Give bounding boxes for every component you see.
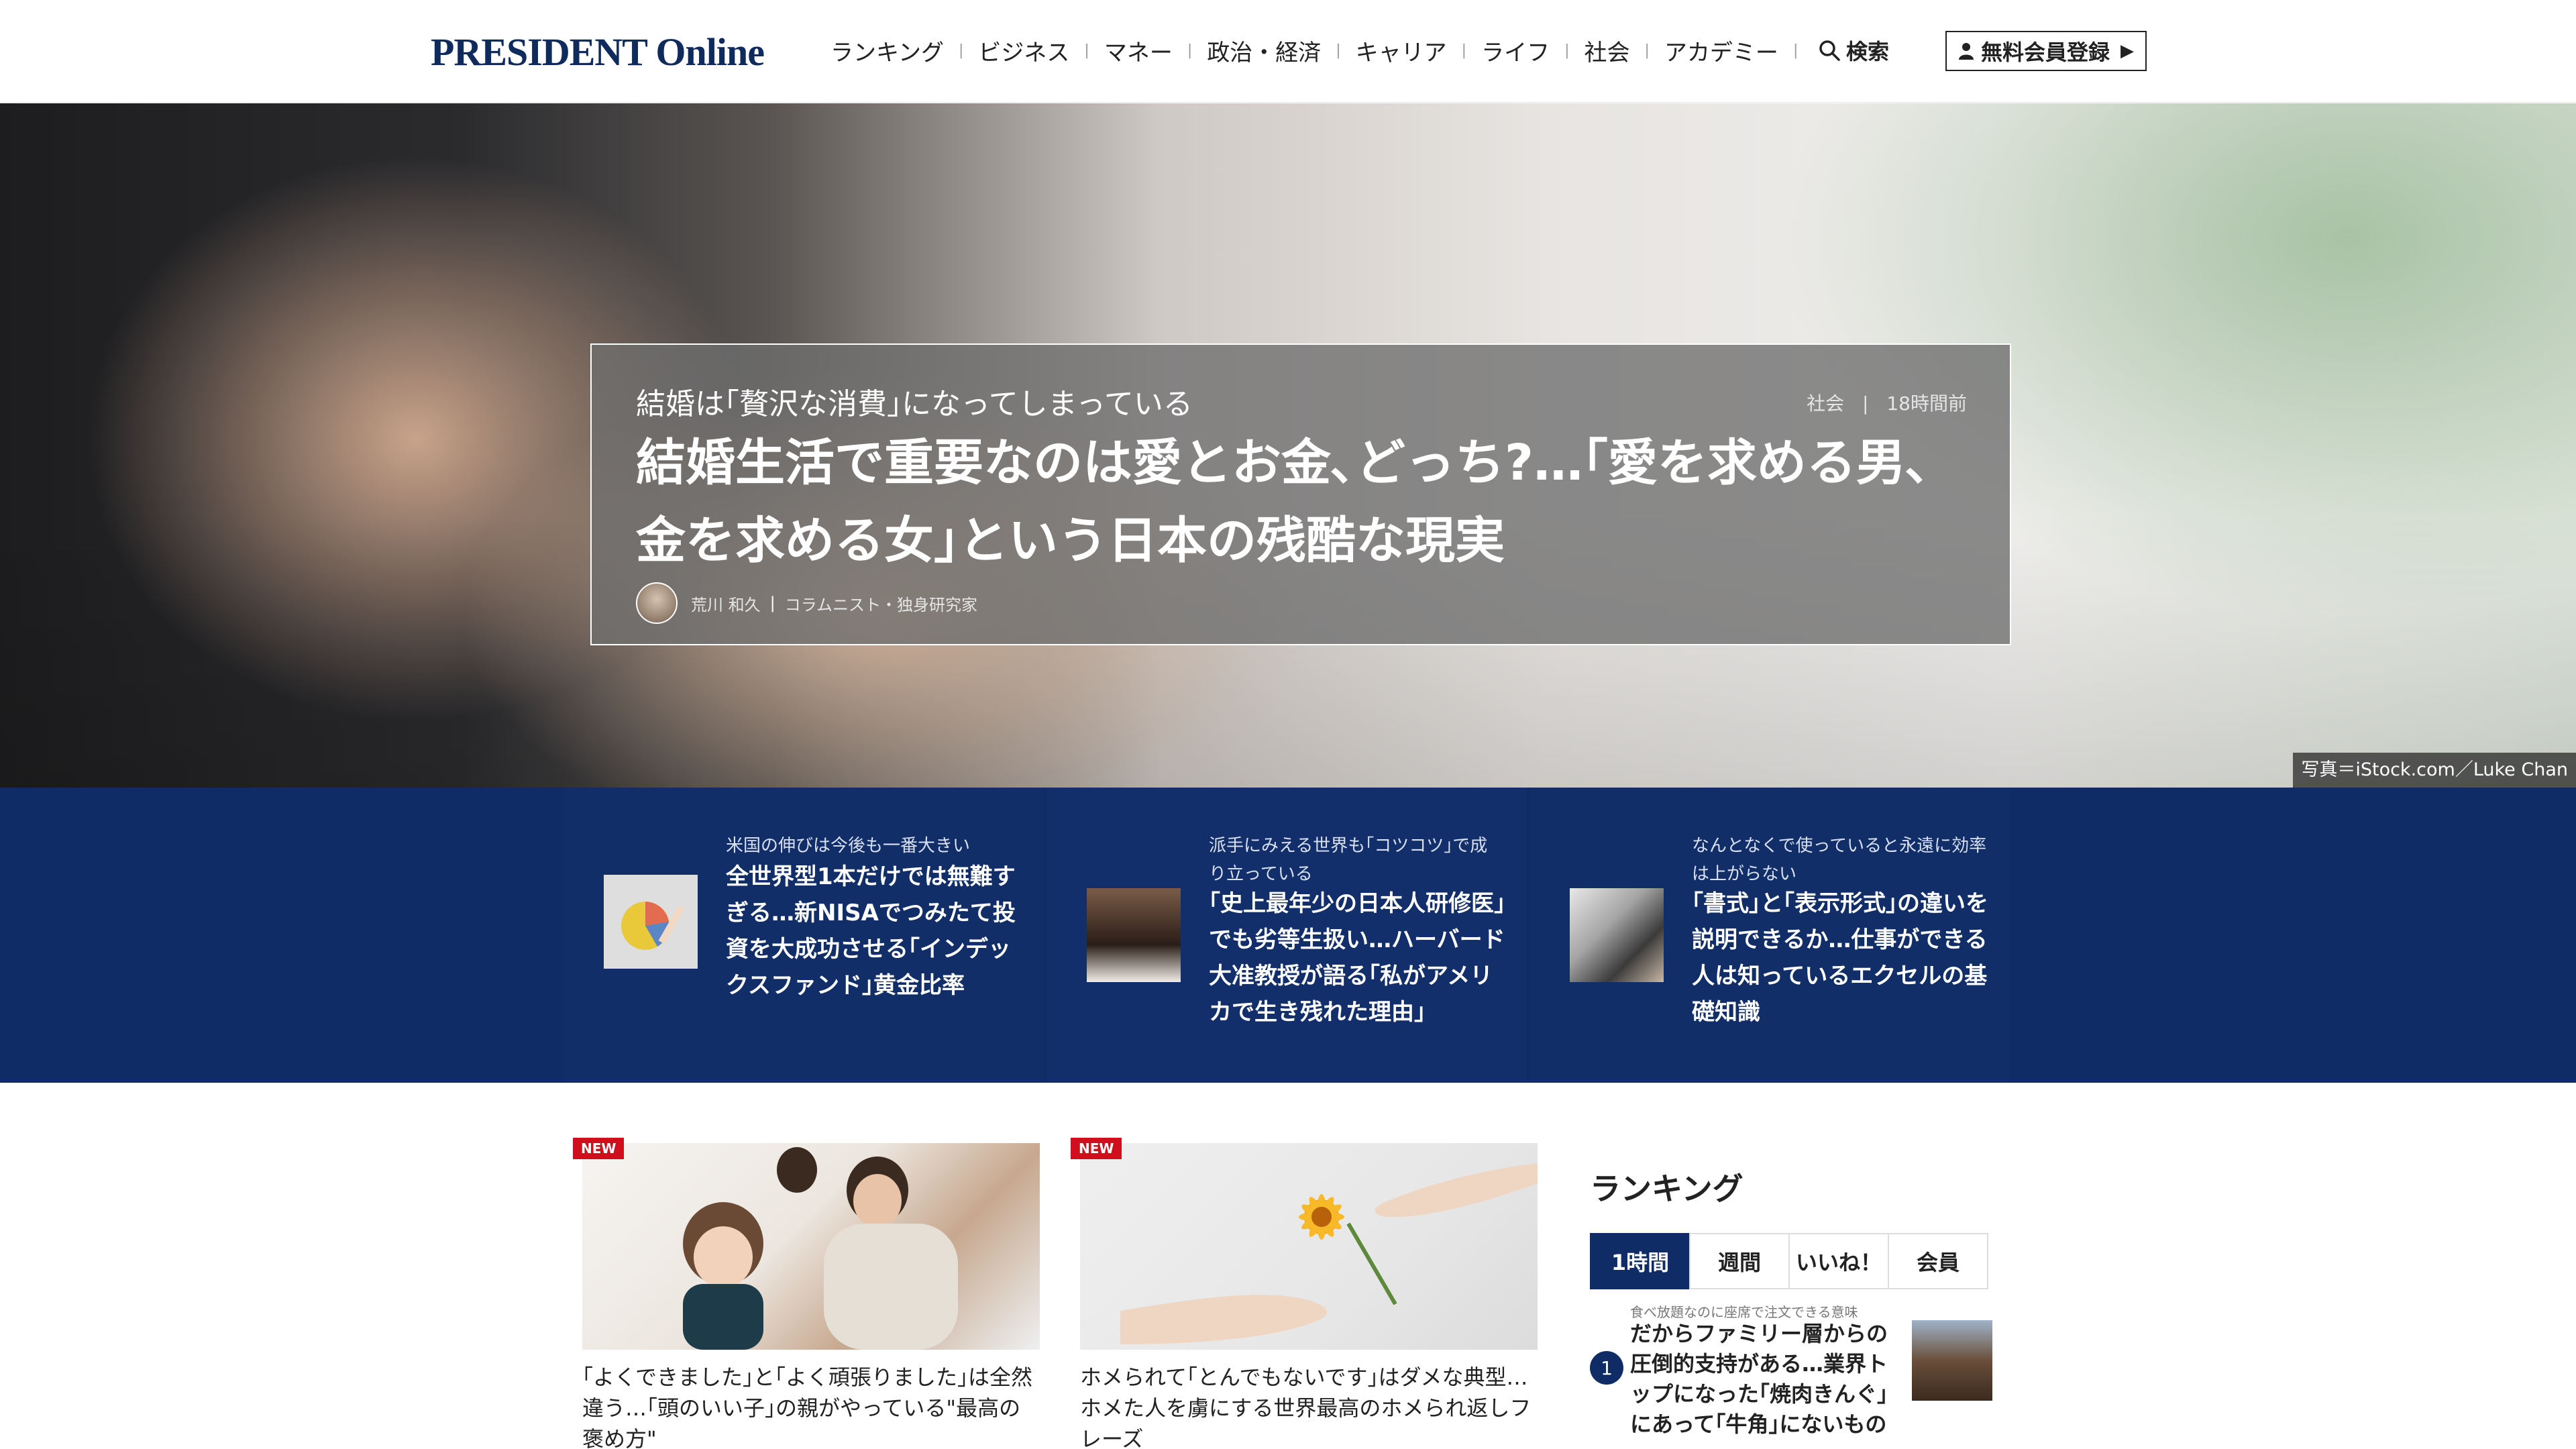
rank-title[interactable]: だからファミリー層からの圧倒的支持がある…業界トップになった｢焼肉きんぐ｣にあっ… (1630, 1319, 1892, 1440)
hero-author[interactable]: 荒川 和久 | コラムニスト・独身研究家 (636, 582, 977, 624)
hero-category[interactable]: 社会 (1807, 392, 1844, 415)
nav-item-academy[interactable]: アカデミー | (1664, 34, 1813, 67)
search-icon (1819, 40, 1840, 61)
site-header: PRESIDENT Online ランキング | ビジネス | マネー | 政治・経済… (0, 0, 2576, 103)
tab-members[interactable]: 会員 (1888, 1233, 1988, 1289)
nav-label[interactable]: アカデミー (1664, 34, 1778, 67)
rank-number: 1 (1590, 1351, 1623, 1385)
nav-separator: | (1792, 42, 1799, 59)
feature-title[interactable]: 全世界型1本だけでは無難すぎる…新NISAでつみたて投資を大成功させる｢インデッ… (726, 859, 1028, 1004)
feature-card[interactable]: 派手にみえる世界も｢コツコツ｣で成り立っている ｢史上最年少の日本人研修医｣でも… (1046, 788, 1527, 1083)
nav-item-ranking[interactable]: ランキング | (830, 34, 978, 67)
tab-1hour[interactable]: 1時間 (1590, 1233, 1690, 1289)
nav-separator: | (1336, 42, 1341, 59)
nav-item-career[interactable]: キャリア | (1356, 34, 1481, 67)
hero-title[interactable]: 結婚生活で重要なのは愛とお金､どっち?…｢愛を求める男､金を求める女｣という日本… (636, 424, 1971, 580)
nav-item-society[interactable]: 社会 | (1585, 34, 1664, 67)
feature-title[interactable]: ｢書式｣と｢表示形式｣の違いを説明できるか…仕事ができる人は知っているエクセルの… (1692, 885, 1994, 1030)
signup-button[interactable]: 無料会員登録 ▶ (1945, 31, 2147, 71)
nav-label[interactable]: ライフ (1481, 34, 1550, 67)
article-image (1080, 1143, 1538, 1350)
article-card[interactable]: NEW ｢よくできました｣と｢よく頑張りました｣は全然違う…｢頭のいい子｣の親が… (573, 1138, 1040, 1449)
author-role: コラムニスト・独身研究家 (784, 595, 978, 614)
page: PRESIDENT Online ランキング | ビジネス | マネー | 政治・経済… (0, 0, 2576, 1449)
nav-label[interactable]: ビジネス (978, 34, 1069, 67)
ranking-item[interactable]: 1 食べ放題なのに座席で注文できる意味 だからファミリー層からの圧倒的支持がある… (1590, 1301, 1992, 1449)
author-separator: | (769, 594, 775, 612)
hero-meta: 社会 | 18時間前 (1807, 389, 1967, 416)
tab-weekly[interactable]: 週間 (1689, 1233, 1790, 1289)
user-icon (1958, 43, 1974, 60)
article-image (582, 1143, 1040, 1350)
ranking-panel: ランキング 1時間 週間 いいね！ 会員 1 食べ放題なのに座席で注文できる意味… (1590, 1165, 1992, 1449)
feature-kicker: 派手にみえる世界も｢コツコツ｣で成り立っている (1209, 836, 1488, 884)
nav-label[interactable]: マネー (1104, 34, 1173, 67)
nav-separator: | (1084, 42, 1089, 59)
nav-item-money[interactable]: マネー | (1104, 34, 1207, 67)
nav-separator: | (1644, 42, 1650, 59)
nav-separator: | (1461, 42, 1467, 59)
play-arrow-icon: ▶ (2121, 41, 2134, 61)
main-nav: ランキング | ビジネス | マネー | 政治・経済 | キャリア | ライフ | 社会 | … (830, 34, 1813, 67)
hero-banner[interactable]: 結婚は｢贅沢な消費｣になってしまっている 社会 | 18時間前 結婚生活で重要な… (0, 103, 2576, 788)
article-photo (683, 1147, 958, 1350)
feature-kicker: 米国の伸びは今後も一番大きい (726, 836, 971, 856)
site-logo[interactable]: PRESIDENT Online (431, 30, 765, 74)
author-avatar (636, 582, 678, 624)
feature-thumbnail (604, 875, 698, 969)
rank-kicker: 食べ放題なのに座席で注文できる意味 (1630, 1304, 1858, 1320)
hero-meta-separator: | (1862, 392, 1869, 415)
new-badge: NEW (573, 1138, 625, 1159)
feature-strip: 米国の伸びは今後も一番大きい 全世界型1本だけでは無難すぎる…新NISAでつみた… (0, 788, 2576, 1083)
hero-subtitle: 結婚は｢贅沢な消費｣になってしまっている (636, 387, 1193, 421)
signup-label: 無料会員登録 (1980, 40, 2110, 65)
feature-title[interactable]: ｢史上最年少の日本人研修医｣でも劣等生扱い…ハーバード大准教授が語る｢私がアメリ… (1209, 885, 1511, 1030)
new-badge: NEW (1071, 1138, 1122, 1159)
nav-item-business[interactable]: ビジネス | (978, 34, 1104, 67)
nav-separator: | (1187, 42, 1193, 59)
article-title[interactable]: ｢よくできました｣と｢よく頑張りました｣は全然違う…｢頭のいい子｣の親がやってい… (582, 1362, 1040, 1449)
feature-card[interactable]: なんとなくで使っていると永遠に効率は上がらない ｢書式｣と｢表示形式｣の違いを説… (1529, 788, 2010, 1083)
article-title[interactable]: ホメられて｢とんでもないです｣はダメな典型…ホメた人を虜にする世界最高のホメられ… (1080, 1362, 1538, 1449)
pie-chart-icon (604, 875, 698, 969)
photo-credit: 写真＝iStock.com／Luke Chan (2293, 753, 2576, 788)
rank-thumbnail (1912, 1320, 1992, 1401)
nav-label[interactable]: ランキング (830, 34, 944, 67)
nav-item-life[interactable]: ライフ | (1481, 34, 1584, 67)
ranking-heading: ランキング (1590, 1171, 1743, 1207)
hero-article-box[interactable]: 結婚は｢贅沢な消費｣になってしまっている 社会 | 18時間前 結婚生活で重要な… (590, 343, 2011, 645)
search-label: 検索 (1846, 39, 1890, 64)
feature-card[interactable]: 米国の伸びは今後も一番大きい 全世界型1本だけでは無難すぎる…新NISAでつみた… (564, 788, 1044, 1083)
nav-label[interactable]: 政治・経済 (1207, 34, 1321, 67)
nav-separator: | (958, 42, 964, 59)
search-button[interactable]: 検索 (1818, 34, 1889, 67)
nav-separator: | (1564, 42, 1570, 59)
feature-thumbnail (1087, 888, 1181, 982)
feature-kicker: なんとなくで使っていると永遠に効率は上がらない (1692, 836, 1987, 884)
article-photo (1120, 1163, 1538, 1344)
tab-likes[interactable]: いいね！ (1788, 1233, 1889, 1289)
feature-thumbnail (1570, 888, 1664, 982)
article-card[interactable]: NEW ホメられて｢とんでもないです｣はダメな典型…ホメた人を虜にする世界最高の… (1071, 1138, 1538, 1449)
author-name: 荒川 和久 (691, 595, 761, 614)
nav-label[interactable]: キャリア (1356, 34, 1447, 67)
nav-label[interactable]: 社会 (1585, 34, 1630, 67)
ranking-tabs: 1時間 週間 いいね！ 会員 (1590, 1233, 1992, 1289)
hero-time: 18時間前 (1886, 392, 1967, 415)
nav-item-politics-economy[interactable]: 政治・経済 | (1207, 34, 1355, 67)
